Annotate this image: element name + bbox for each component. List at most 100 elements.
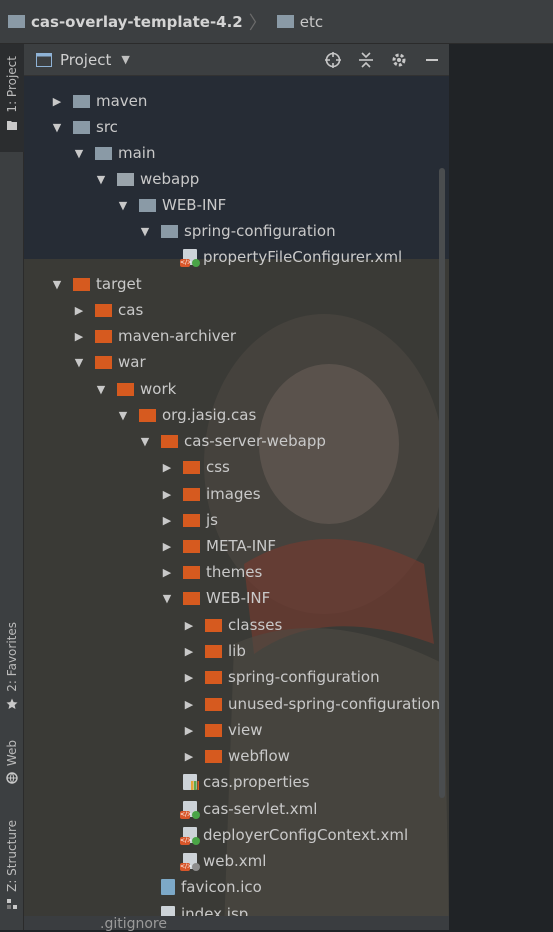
collapse-all-button[interactable] <box>355 49 377 71</box>
collapse-arrow-icon[interactable]: ▶ <box>184 750 194 763</box>
collapse-arrow-icon[interactable]: ▶ <box>74 330 84 343</box>
expand-arrow-icon[interactable]: ▼ <box>162 592 172 605</box>
tree-row-label: classes <box>228 616 283 634</box>
expand-arrow-icon[interactable]: ▼ <box>52 278 62 291</box>
tree-row-label: cas.properties <box>203 773 310 791</box>
expand-arrow-icon[interactable]: ▼ <box>140 435 150 448</box>
expand-arrow-icon[interactable]: ▼ <box>52 121 62 134</box>
collapse-arrow-icon[interactable]: ▶ <box>74 304 84 317</box>
tree-row[interactable]: ▶ maven-archiver <box>24 323 449 349</box>
excluded-folder-icon <box>73 277 90 291</box>
tree-row[interactable]: ▼ cas-server-webapp <box>24 428 449 454</box>
tree-row[interactable]: ▼ webapp <box>24 166 449 192</box>
collapse-arrow-icon[interactable]: ▶ <box>52 95 62 108</box>
tree-row[interactable]: ▼ org.jasig.cas <box>24 402 449 428</box>
tree-row-label: themes <box>206 563 263 581</box>
tree-row[interactable]: </> propertyFileConfigurer.xml <box>24 244 449 270</box>
tree-row[interactable]: ▶ maven <box>24 88 449 114</box>
tree-row[interactable]: </> web.xml <box>24 848 449 874</box>
collapse-arrow-icon[interactable]: ▶ <box>162 566 172 579</box>
properties-file-icon <box>183 774 199 790</box>
tree-row[interactable]: favicon.ico <box>24 874 449 900</box>
breadcrumb-etc[interactable]: etc <box>269 13 323 31</box>
xml-file-icon: </> <box>180 249 200 267</box>
tree-row[interactable]: ▶ js <box>24 507 449 533</box>
collapse-arrow-icon[interactable]: ▶ <box>184 698 194 711</box>
collapse-arrow-icon[interactable]: ▶ <box>184 619 194 632</box>
tree-row-label: cas-servlet.xml <box>203 800 318 818</box>
breadcrumb-project[interactable]: cas-overlay-template-4.2 <box>0 13 243 31</box>
excluded-folder-icon <box>161 434 178 448</box>
hide-panel-button[interactable] <box>421 49 443 71</box>
tree-row[interactable]: ▶ css <box>24 454 449 480</box>
tree-row-label: spring-configuration <box>184 222 336 240</box>
tree-row[interactable]: ▶ themes <box>24 559 449 585</box>
tool-tab-favorites[interactable]: 2: Favorites <box>0 622 24 722</box>
tree-row[interactable]: ▼ work <box>24 376 449 402</box>
folder-icon <box>276 15 294 28</box>
tree-row-label: css <box>206 458 230 476</box>
expand-arrow-icon[interactable]: ▼ <box>96 173 106 186</box>
tree-row[interactable]: ▶ unused-spring-configuration <box>24 691 449 717</box>
tree-row[interactable]: ▼ war <box>24 349 449 375</box>
folder-icon <box>139 198 156 212</box>
tree-row[interactable]: ▶ images <box>24 481 449 507</box>
tree-row[interactable]: ▼ WEB-INF <box>24 585 449 611</box>
tree-row[interactable]: ▶ webflow <box>24 743 449 769</box>
collapse-arrow-icon[interactable]: ▶ <box>162 514 172 527</box>
collapse-arrow-icon[interactable]: ▶ <box>162 488 172 501</box>
tool-tab-project[interactable]: 1: Project <box>0 44 24 152</box>
tree-row[interactable]: ▶ classes <box>24 612 449 638</box>
tree-row-label: propertyFileConfigurer.xml <box>203 248 403 266</box>
locate-file-button[interactable] <box>322 49 344 71</box>
expand-arrow-icon[interactable]: ▼ <box>74 147 84 160</box>
scrollbar-thumb[interactable] <box>439 168 445 798</box>
tree-row-label: spring-configuration <box>228 668 380 686</box>
star-icon <box>6 698 18 709</box>
tree-row[interactable]: ▶ spring-configuration <box>24 664 449 690</box>
tree-row[interactable]: ▶ view <box>24 717 449 743</box>
settings-button[interactable] <box>388 49 410 71</box>
tree-row[interactable]: ▼ main <box>24 140 449 166</box>
tree-row[interactable]: ▶ lib <box>24 638 449 664</box>
breadcrumb-etc-label: etc <box>299 12 324 31</box>
tree-row[interactable]: ▶ cas <box>24 297 449 323</box>
tree-row-label: lib <box>228 642 246 660</box>
vertical-scrollbar[interactable] <box>437 76 447 930</box>
tree-row-label: maven-archiver <box>118 327 237 345</box>
tree-row[interactable]: cas.properties <box>24 769 449 795</box>
collapse-arrow-icon[interactable]: ▶ <box>184 645 194 658</box>
tree-row[interactable]: ▼ src <box>24 114 449 140</box>
collapse-arrow-icon[interactable]: ▶ <box>184 671 194 684</box>
project-panel-title: Project <box>60 50 112 69</box>
tree-row[interactable]: </> cas-servlet.xml <box>24 796 449 822</box>
tree-row-partial[interactable]: .gitignore <box>24 916 449 932</box>
tool-tab-structure[interactable]: Z: Structure <box>0 820 24 920</box>
excluded-folder-icon <box>95 355 112 369</box>
expand-arrow-icon[interactable]: ▼ <box>96 383 106 396</box>
tree-row[interactable]: ▶ META-INF <box>24 533 449 559</box>
tree-row[interactable]: ▼ spring-configuration <box>24 218 449 244</box>
tree-row[interactable]: </> deployerConfigContext.xml <box>24 822 449 848</box>
expand-arrow-icon[interactable]: ▼ <box>118 409 128 422</box>
tool-tab-web[interactable]: Web <box>0 740 24 796</box>
xml-badge-icon: </> <box>180 811 193 819</box>
tree-row[interactable]: ▼ WEB-INF <box>24 192 449 218</box>
expand-arrow-icon[interactable]: ▼ <box>140 225 150 238</box>
collapse-arrow-icon[interactable]: ▶ <box>162 461 172 474</box>
expand-arrow-icon[interactable]: ▼ <box>74 356 84 369</box>
left-tool-stripe: 1: Project 2: Favorites Web Z: Structure <box>0 44 24 930</box>
xml-badge-icon: </> <box>180 863 193 871</box>
collapse-arrow-icon[interactable]: ▶ <box>184 724 194 737</box>
collapse-arrow-icon[interactable]: ▶ <box>162 540 172 553</box>
project-view-selector[interactable]: Project ▼ <box>36 51 130 69</box>
expand-arrow-icon[interactable]: ▼ <box>118 199 128 212</box>
tree-row[interactable]: ▼ target <box>24 271 449 297</box>
folder-icon <box>73 120 90 134</box>
tree-row-label: maven <box>96 92 148 110</box>
project-tool-window: Project ▼ ▶ maven ▼ src ▼ main ▼ webapp ▼ WEB-INF… <box>24 44 449 930</box>
